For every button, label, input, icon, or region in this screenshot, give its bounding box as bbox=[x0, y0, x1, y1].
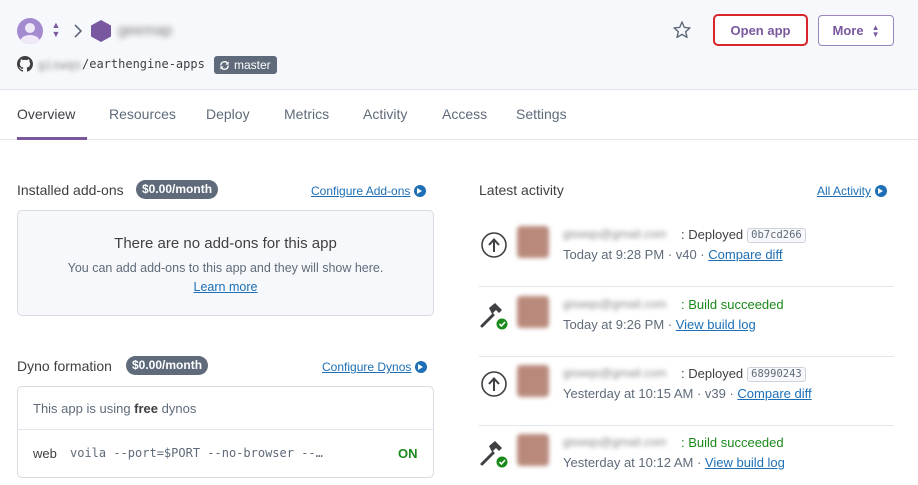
hammer-check-icon bbox=[480, 441, 508, 468]
configure-dynos-label: Configure Dynos bbox=[322, 360, 412, 374]
dyno-note: This app is using free dynos bbox=[33, 401, 197, 416]
tab-access[interactable]: Access bbox=[442, 106, 487, 122]
learn-more-label[interactable]: Learn more bbox=[194, 280, 258, 294]
app-name[interactable]: geemap bbox=[118, 22, 172, 39]
configure-dynos-link[interactable]: Configure Dynos bbox=[322, 360, 428, 374]
activity-meta: Today at 9:26 PM · View build log bbox=[563, 317, 756, 332]
open-app-button[interactable]: Open app bbox=[713, 14, 808, 46]
activity-item: giswqs@gmail.com : Build succeeded Today… bbox=[479, 288, 894, 357]
active-tab-indicator bbox=[17, 137, 87, 140]
repo-owner[interactable]: giswqs bbox=[38, 58, 81, 72]
learn-more-link: Learn more bbox=[18, 280, 433, 294]
activity-user: giswqs@gmail.com bbox=[563, 297, 667, 311]
addons-empty-text: You can add add-ons to this app and they… bbox=[67, 261, 384, 275]
addons-price-badge: $0.00/month bbox=[136, 180, 219, 199]
circle-arrow-right-icon bbox=[414, 185, 427, 197]
circle-arrow-right-icon bbox=[415, 361, 428, 373]
upload-cloud-icon bbox=[481, 371, 507, 397]
view-build-log-link[interactable]: View build log bbox=[676, 317, 756, 332]
avatar bbox=[517, 296, 549, 328]
chevron-updown-icon[interactable]: ▲ ▼ bbox=[51, 21, 61, 39]
activity-meta: Yesterday at 10:12 AM · View build log bbox=[563, 455, 785, 470]
dyno-command: voila --port=$PORT --no-browser --… bbox=[70, 446, 323, 460]
hexagon-app-icon bbox=[91, 20, 111, 42]
commit-badge[interactable]: 68990243 bbox=[747, 367, 806, 382]
avatar bbox=[517, 434, 549, 466]
user-avatar-icon[interactable] bbox=[17, 18, 43, 44]
dyno-title: Dyno formation bbox=[17, 358, 112, 374]
tab-settings[interactable]: Settings bbox=[516, 106, 567, 122]
addons-title: Installed add-ons bbox=[17, 182, 124, 198]
star-icon[interactable] bbox=[672, 20, 692, 40]
dyno-status: ON bbox=[398, 446, 418, 461]
dyno-price-badge: $0.00/month bbox=[126, 356, 209, 375]
tab-overview[interactable]: Overview bbox=[17, 106, 75, 122]
all-activity-label: All Activity bbox=[817, 184, 872, 198]
branch-name: master bbox=[234, 58, 271, 72]
more-button[interactable]: More ▲ ▼ bbox=[818, 15, 894, 46]
addons-empty-title: There are no add-ons for this app bbox=[114, 235, 337, 252]
addons-empty-state: There are no add-ons for this app You ca… bbox=[17, 210, 434, 316]
tab-activity[interactable]: Activity bbox=[363, 106, 407, 122]
activity-user: giswqs@gmail.com bbox=[563, 435, 667, 449]
divider bbox=[18, 429, 433, 430]
activity-meta: Yesterday at 10:15 AM · v39 · Compare di… bbox=[563, 386, 812, 401]
activity-user: giswqs@gmail.com bbox=[563, 227, 667, 241]
sync-icon bbox=[220, 60, 229, 70]
repo-name[interactable]: /earthengine-apps bbox=[82, 57, 205, 71]
activity-user: giswqs@gmail.com bbox=[563, 366, 667, 380]
activity-action: : Build succeeded bbox=[681, 435, 784, 450]
upload-cloud-icon bbox=[481, 232, 507, 258]
configure-addons-link[interactable]: Configure Add-ons bbox=[311, 184, 427, 198]
activity-title: Latest activity bbox=[479, 182, 564, 198]
commit-badge[interactable]: 0b7cd266 bbox=[747, 228, 806, 243]
compare-diff-link[interactable]: Compare diff bbox=[708, 247, 782, 262]
avatar bbox=[517, 365, 549, 397]
tab-metrics[interactable]: Metrics bbox=[284, 106, 329, 122]
chevron-right-icon bbox=[74, 24, 83, 38]
tab-deploy[interactable]: Deploy bbox=[206, 106, 250, 122]
tab-resources[interactable]: Resources bbox=[109, 106, 176, 122]
branch-badge: master bbox=[214, 56, 277, 74]
activity-action: : Deployed 0b7cd266 bbox=[681, 227, 806, 243]
hammer-check-icon bbox=[480, 303, 508, 330]
configure-addons-label: Configure Add-ons bbox=[311, 184, 411, 198]
more-label: More bbox=[832, 23, 864, 38]
avatar bbox=[517, 226, 549, 258]
activity-action: : Deployed 68990243 bbox=[681, 366, 806, 382]
chevron-updown-icon: ▲ ▼ bbox=[871, 22, 880, 39]
app-header: ▲ ▼ geemap giswqs /earthengine-apps maste… bbox=[0, 0, 918, 90]
dyno-type: web bbox=[33, 446, 57, 461]
view-build-log-link[interactable]: View build log bbox=[705, 455, 785, 470]
activity-item: giswqs@gmail.com : Deployed 0b7cd266 Toda… bbox=[479, 218, 894, 287]
activity-item: giswqs@gmail.com : Build succeeded Yeste… bbox=[479, 426, 894, 485]
activity-action: : Build succeeded bbox=[681, 297, 784, 312]
activity-item: giswqs@gmail.com : Deployed 68990243 Yest… bbox=[479, 357, 894, 426]
compare-diff-link[interactable]: Compare diff bbox=[737, 386, 811, 401]
activity-meta: Today at 9:28 PM · v40 · Compare diff bbox=[563, 247, 783, 262]
all-activity-link[interactable]: All Activity bbox=[817, 184, 888, 198]
github-icon bbox=[17, 56, 33, 72]
circle-arrow-right-icon bbox=[875, 185, 888, 197]
app-tabs: Overview Resources Deploy Metrics Activi… bbox=[0, 90, 918, 140]
dyno-formation-panel: This app is using free dynos web voila -… bbox=[17, 386, 434, 478]
